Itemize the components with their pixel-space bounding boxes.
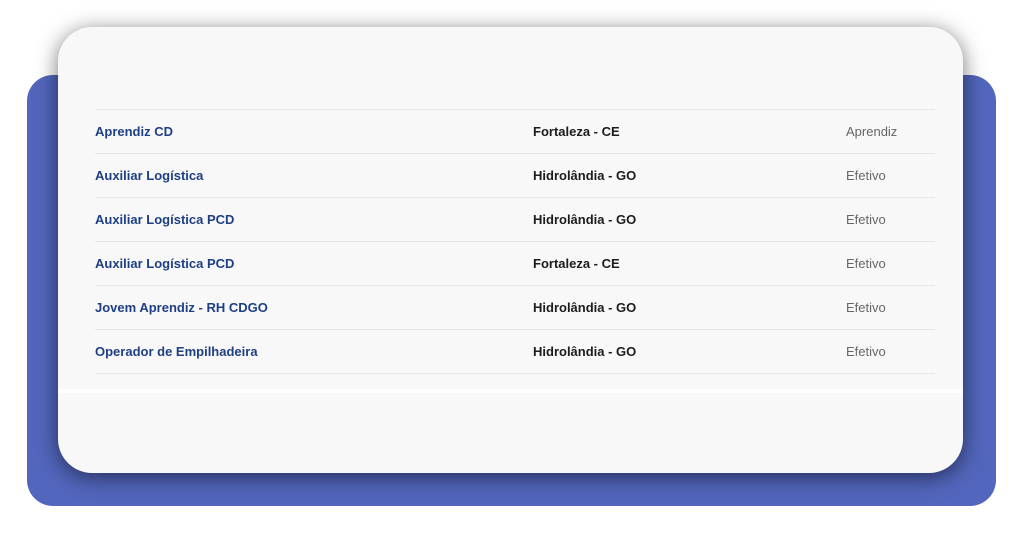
job-location: Hidrolândia - GO [533,300,637,315]
job-location: Fortaleza - CE [533,124,620,139]
job-location: Hidrolândia - GO [533,212,637,227]
job-location: Hidrolândia - GO [533,344,637,359]
job-type: Efetivo [846,344,886,359]
job-title-link[interactable]: Auxiliar Logística PCD [95,212,533,227]
job-table: Aprendiz CD Fortaleza - CE Aprendiz Auxi… [95,109,935,374]
job-type: Aprendiz [846,124,898,139]
job-location: Hidrolândia - GO [533,168,637,183]
job-location: Fortaleza - CE [533,256,620,271]
table-row[interactable]: Operador de Empilhadeira Hidrolândia - G… [95,330,935,374]
table-row[interactable]: Jovem Aprendiz - RH CDGO Hidrolândia - G… [95,286,935,330]
table-row[interactable]: Auxiliar Logística PCD Fortaleza - CE Ef… [95,242,935,286]
stage: Aprendiz CD Fortaleza - CE Aprendiz Auxi… [0,0,1024,536]
divider [58,389,963,393]
job-type: Efetivo [846,168,886,183]
job-title-link[interactable]: Operador de Empilhadeira [95,344,533,359]
job-title-link[interactable]: Auxiliar Logística PCD [95,256,533,271]
job-type: Efetivo [846,212,886,227]
job-type: Efetivo [846,300,886,315]
job-title-link[interactable]: Auxiliar Logística [95,168,533,183]
table-row[interactable]: Aprendiz CD Fortaleza - CE Aprendiz [95,110,935,154]
table-row[interactable]: Auxiliar Logística Hidrolândia - GO Efet… [95,154,935,198]
job-type: Efetivo [846,256,886,271]
job-title-link[interactable]: Aprendiz CD [95,124,533,139]
table-row[interactable]: Auxiliar Logística PCD Hidrolândia - GO … [95,198,935,242]
job-listing-card: Aprendiz CD Fortaleza - CE Aprendiz Auxi… [58,27,963,473]
job-title-link[interactable]: Jovem Aprendiz - RH CDGO [95,300,533,315]
